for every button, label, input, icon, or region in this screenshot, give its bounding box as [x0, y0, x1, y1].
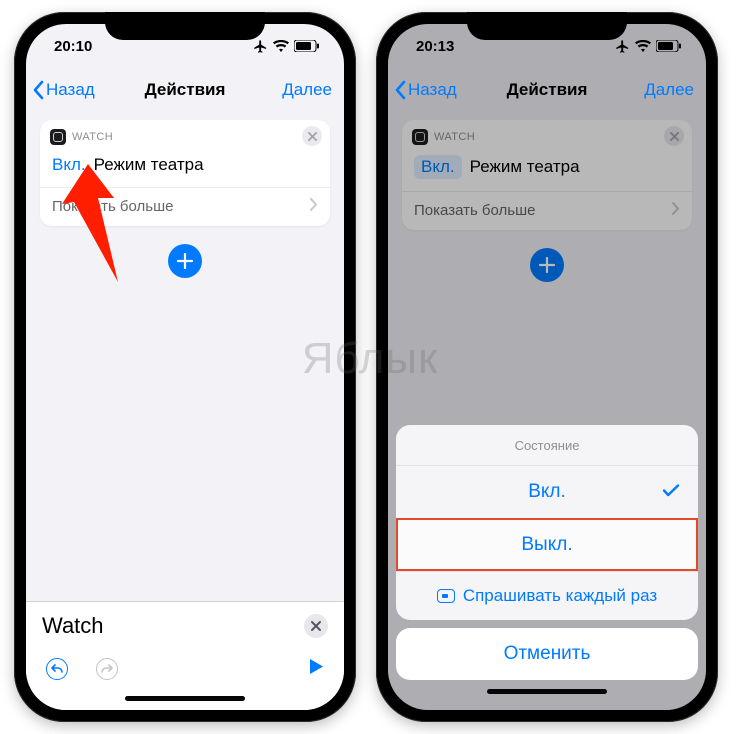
wifi-icon — [273, 40, 289, 52]
battery-icon — [294, 40, 320, 52]
sheet-option-off[interactable]: Выкл. — [396, 518, 698, 571]
mini-toolbar — [26, 650, 344, 686]
sheet-option-off-label: Выкл. — [521, 534, 572, 555]
toggle-value[interactable]: Вкл. — [52, 155, 86, 175]
checkmark-icon — [662, 482, 680, 503]
undo-button[interactable] — [46, 658, 68, 680]
watch-app-icon — [50, 129, 66, 145]
run-button[interactable] — [309, 658, 324, 680]
airplane-icon — [253, 39, 268, 54]
action-card: WATCH Вкл. Режим театра Показать больше — [40, 120, 330, 226]
home-indicator[interactable] — [396, 680, 698, 702]
airplane-icon — [615, 39, 630, 54]
sheet-title: Состояние — [396, 425, 698, 465]
action-name: Режим театра — [94, 155, 204, 175]
back-button[interactable]: Назад — [32, 80, 95, 100]
back-label: Назад — [408, 80, 457, 100]
action-sheet: Состояние Вкл. Выкл. Спрашивать каждый р… — [396, 425, 698, 702]
sheet-option-on-label: Вкл. — [528, 481, 566, 502]
notch — [105, 12, 265, 40]
back-label: Назад — [46, 80, 95, 100]
status-time: 20:10 — [54, 38, 92, 55]
back-button[interactable]: Назад — [394, 80, 457, 100]
show-more-row[interactable]: Показать больше — [40, 187, 330, 226]
chevron-right-icon — [310, 198, 318, 215]
remove-action-button[interactable] — [302, 126, 322, 146]
clear-search-button[interactable] — [304, 614, 328, 638]
add-action-button[interactable] — [168, 244, 202, 278]
sheet-option-ask[interactable]: Спрашивать каждый раз — [396, 571, 698, 620]
search-input-value[interactable]: Watch — [42, 613, 104, 639]
show-more-label: Показать больше — [52, 198, 173, 215]
ask-each-time-icon — [437, 589, 455, 603]
notch — [467, 12, 627, 40]
action-search-row: Watch — [26, 601, 344, 650]
sheet-option-ask-label: Спрашивать каждый раз — [463, 586, 657, 606]
nav-bar: Назад Действия Далее — [26, 68, 344, 112]
next-button[interactable]: Далее — [282, 80, 332, 100]
nav-bar: Назад Действия Далее — [388, 68, 706, 112]
next-button[interactable]: Далее — [644, 80, 694, 100]
wifi-icon — [635, 40, 651, 52]
phone-right: 20:13 Назад Дей — [376, 12, 718, 722]
phone-left: 20:10 Назад Дей — [14, 12, 356, 722]
home-indicator[interactable] — [26, 686, 344, 710]
redo-button — [96, 658, 118, 680]
sheet-option-on[interactable]: Вкл. — [396, 465, 698, 518]
action-app-label: WATCH — [72, 131, 113, 143]
sheet-cancel-button[interactable]: Отменить — [396, 628, 698, 680]
battery-icon — [656, 40, 682, 52]
status-time: 20:13 — [416, 38, 454, 55]
